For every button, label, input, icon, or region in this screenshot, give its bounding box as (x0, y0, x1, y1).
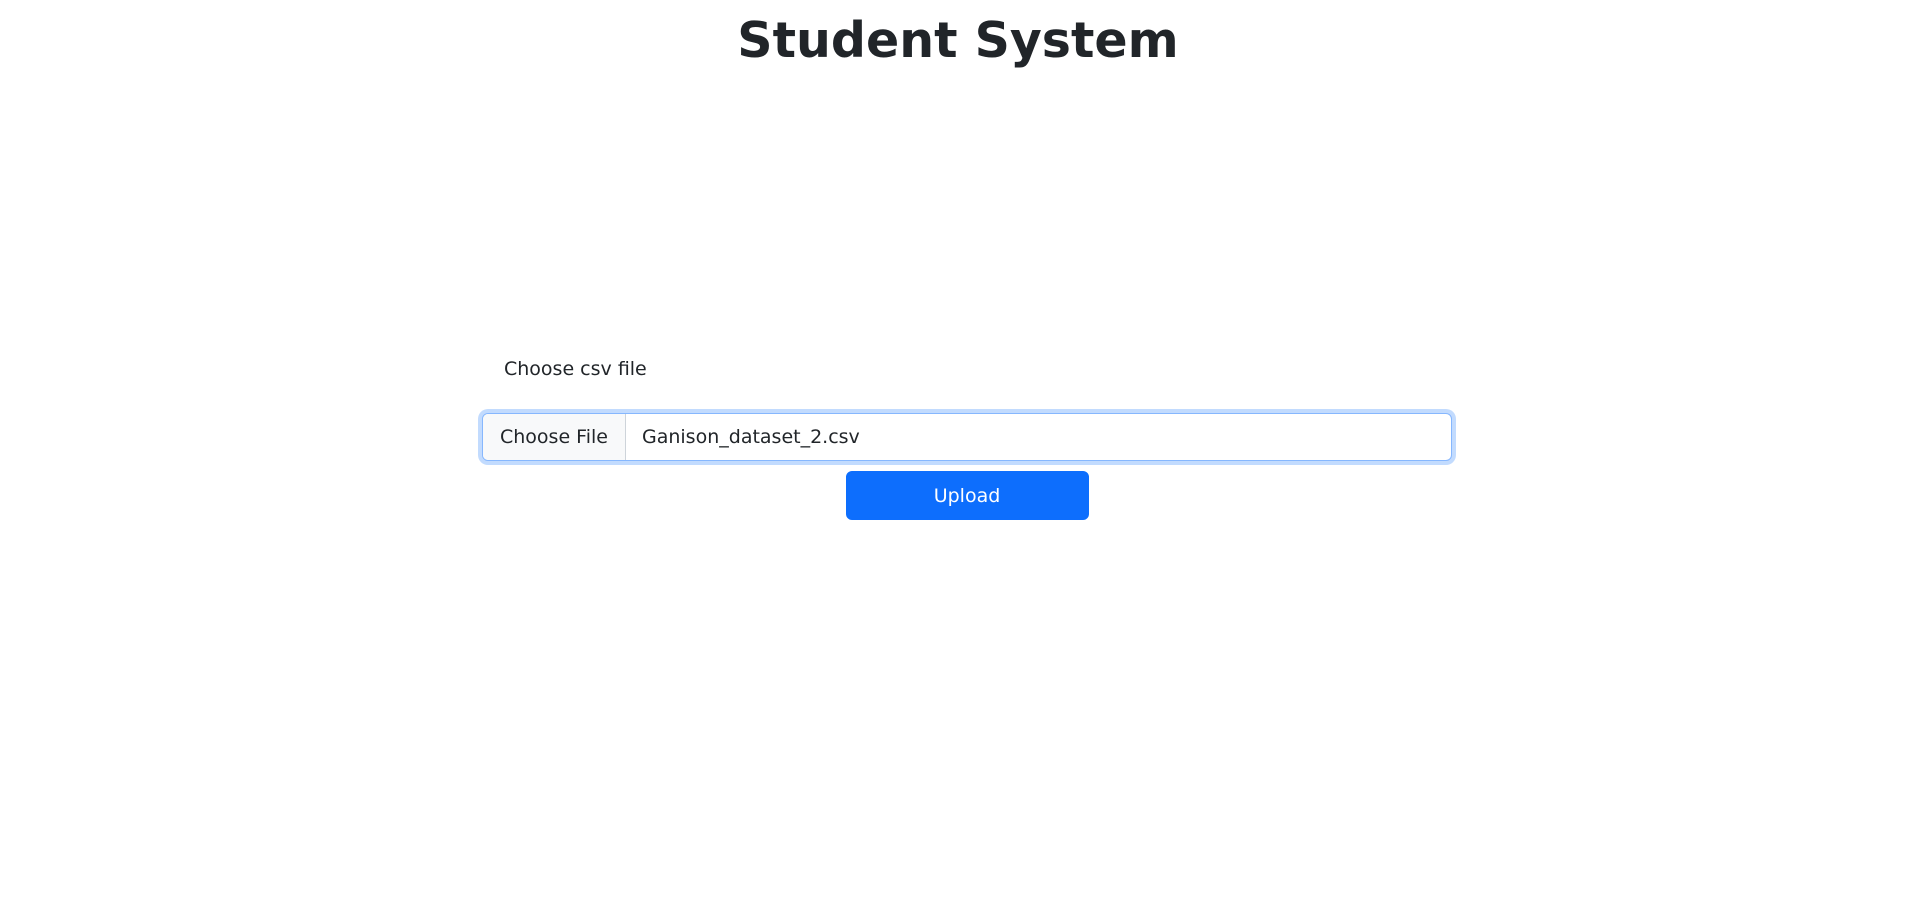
selected-file-name: Ganison_dataset_2.csv (642, 426, 860, 448)
choose-file-button[interactable]: Choose File (483, 414, 626, 460)
upload-form: Choose csv file Choose File Ganison_data… (482, 355, 1452, 520)
file-label: Choose csv file (504, 358, 647, 380)
file-input[interactable]: Choose File Ganison_dataset_2.csv (482, 413, 1452, 461)
upload-button[interactable]: Upload (845, 471, 1089, 520)
page: Student System Choose csv file Choose Fi… (0, 0, 1916, 913)
page-title: Student System (737, 12, 1179, 69)
